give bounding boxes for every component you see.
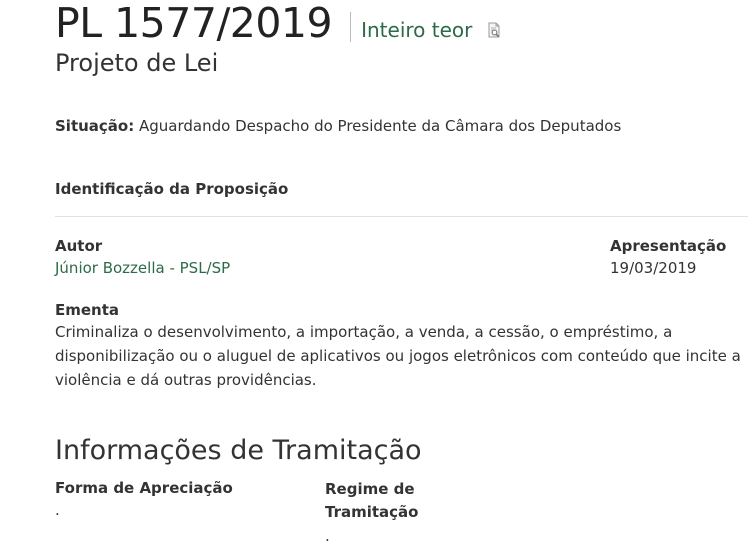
title-row: PL 1577/2019 Inteiro teor bbox=[55, 0, 502, 46]
section-divider bbox=[55, 216, 748, 217]
forma-apreciacao-label: Forma de Apreciação bbox=[55, 479, 233, 497]
inteiro-teor-link[interactable]: Inteiro teor bbox=[361, 18, 472, 42]
page-title: PL 1577/2019 bbox=[55, 0, 333, 47]
autor-field: Autor Júnior Bozzella - PSL/SP bbox=[55, 236, 230, 280]
apresentacao-value: 19/03/2019 bbox=[610, 259, 697, 277]
autor-link[interactable]: Júnior Bozzella - PSL/SP bbox=[55, 259, 230, 277]
regime-tramitacao-value: . bbox=[325, 527, 330, 545]
situacao-label: Situação: bbox=[55, 117, 135, 135]
document-search-icon[interactable] bbox=[486, 22, 502, 38]
apresentacao-label: Apresentação bbox=[610, 237, 727, 255]
regime-tramitacao-label: Regime de Tramitação bbox=[325, 480, 419, 521]
situacao-line: Situação: Aguardando Despacho do Preside… bbox=[55, 116, 621, 136]
situacao-value: Aguardando Despacho do Presidente da Câm… bbox=[139, 117, 622, 135]
ementa-field: Ementa Criminaliza o desenvolvimento, a … bbox=[55, 300, 745, 392]
tramitacao-heading: Informações de Tramitação bbox=[55, 435, 422, 466]
forma-apreciacao-field: Forma de Apreciação . bbox=[55, 478, 285, 522]
regime-tramitacao-field: Regime de Tramitação . bbox=[325, 478, 435, 548]
autor-label: Autor bbox=[55, 237, 103, 255]
proposition-header: PL 1577/2019 Inteiro teor Projeto de Lei bbox=[55, 0, 502, 78]
forma-apreciacao-value: . bbox=[55, 501, 60, 519]
proposition-type: Projeto de Lei bbox=[55, 49, 219, 77]
title-separator bbox=[350, 12, 352, 42]
ementa-value: Criminaliza o desenvolvimento, a importa… bbox=[55, 323, 741, 389]
ementa-label: Ementa bbox=[55, 301, 120, 319]
identificacao-heading: Identificação da Proposição bbox=[55, 180, 289, 198]
apresentacao-field: Apresentação 19/03/2019 bbox=[610, 236, 726, 280]
